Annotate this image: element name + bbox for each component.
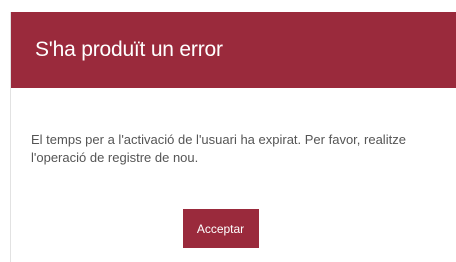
dialog-body: El temps per a l'activació de l'usuari h… xyxy=(11,88,456,167)
dialog-footer: Acceptar xyxy=(11,209,456,248)
error-dialog: S'ha produït un error El temps per a l'a… xyxy=(10,12,456,262)
error-message: El temps per a l'activació de l'usuari h… xyxy=(31,132,406,165)
dialog-title: S'ha produït un error xyxy=(35,38,223,61)
dialog-header: S'ha produït un error xyxy=(11,12,456,88)
accept-button[interactable]: Acceptar xyxy=(182,209,259,248)
